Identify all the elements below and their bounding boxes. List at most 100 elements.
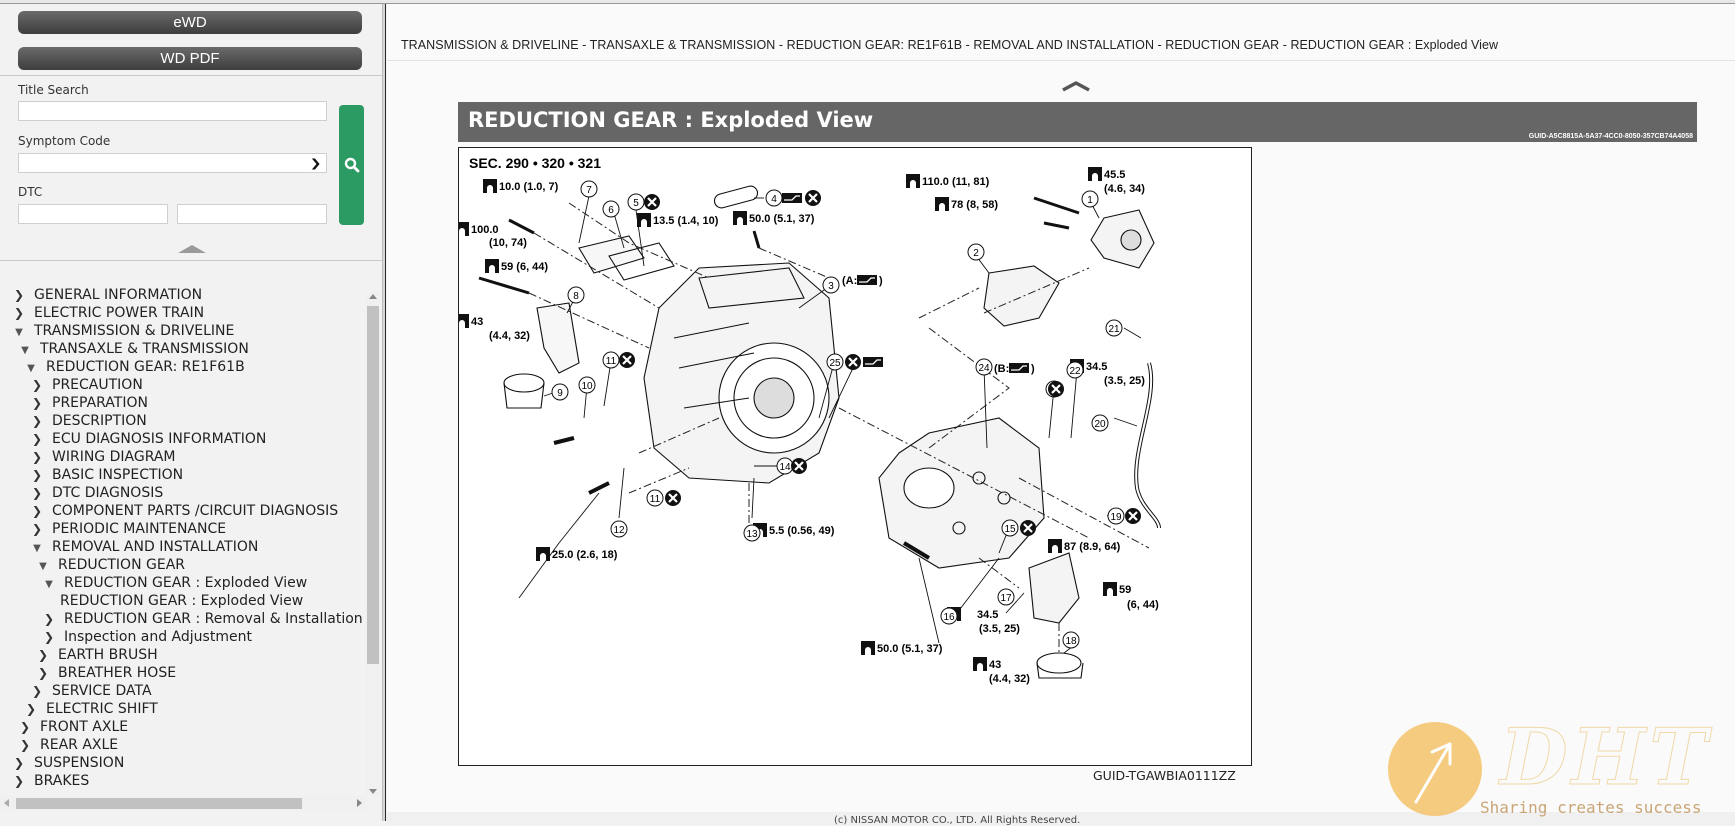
scroll-left-icon[interactable] <box>4 799 9 807</box>
callout-number: 10 <box>581 381 593 392</box>
tree-item[interactable]: ❯ REDUCTION GEAR : Removal & Installation <box>40 610 363 628</box>
chevron-right-icon[interactable]: ❯ <box>10 304 28 322</box>
tree-item-label: EARTH BRUSH <box>58 647 158 663</box>
chevron-right-icon[interactable]: ❯ <box>28 448 46 466</box>
tree-item[interactable]: ❯ REAR AXLE <box>16 736 118 754</box>
torque-wrench-icon <box>935 197 949 211</box>
scroll-right-icon[interactable] <box>357 799 362 807</box>
tree-item[interactable]: ▼ TRANSAXLE & TRANSMISSION <box>16 340 249 358</box>
torque-spec: 25.0 (2.6, 18) <box>552 549 618 561</box>
scroll-top-chevron-icon[interactable] <box>1061 80 1091 92</box>
chevron-right-icon[interactable]: ❯ <box>28 466 46 484</box>
dtc-input-1[interactable] <box>18 204 168 224</box>
tree-item[interactable]: ❯ DESCRIPTION <box>28 412 147 430</box>
torque-spec: 13.5 (1.4, 10) <box>653 215 719 227</box>
tree-item[interactable]: ❯ PRECAUTION <box>28 376 143 394</box>
tree-item[interactable]: ❯ DTC DIAGNOSIS <box>28 484 163 502</box>
chevron-right-icon[interactable]: ❯ <box>28 682 46 700</box>
callout-number: 14 <box>779 462 791 473</box>
callout-number: 1 <box>1087 195 1093 206</box>
watermark-logo-icon <box>1388 722 1482 816</box>
tree-item[interactable]: ❯ FRONT AXLE <box>16 718 128 736</box>
chevron-right-icon[interactable]: ❯ <box>16 718 34 736</box>
tree-vertical-scrollbar[interactable] <box>366 292 380 796</box>
torque-spec: (10, 74) <box>489 237 527 249</box>
sealant-icon <box>863 357 883 367</box>
exploded-view-diagram: SEC. 290 • 320 • 321 10.0 (1.0, 7)100.0(… <box>455 155 1161 685</box>
title-search-input[interactable] <box>18 101 327 121</box>
wd-pdf-button[interactable]: WD PDF <box>18 47 362 70</box>
tree-horizontal-scrollbar[interactable] <box>0 796 366 810</box>
sidebar-resize-handle[interactable] <box>382 4 386 821</box>
tree-item[interactable]: ❯ SUSPENSION <box>10 754 124 772</box>
scrollbar-thumb[interactable] <box>16 798 302 809</box>
chevron-right-icon[interactable]: ❯ <box>10 772 28 790</box>
sealant-icon <box>1009 363 1029 373</box>
tree-item[interactable]: ❯ ELECTRIC POWER TRAIN <box>10 304 204 322</box>
callout-number: 5 <box>633 198 639 209</box>
callout-number: 17 <box>1000 593 1012 604</box>
chevron-right-icon[interactable]: ❯ <box>28 520 46 538</box>
tree-item[interactable]: ❯ COMPONENT PARTS /CIRCUIT DIAGNOSIS <box>28 502 338 520</box>
chevron-right-icon[interactable]: ❯ <box>40 628 58 646</box>
torque-wrench-icon <box>483 179 497 193</box>
figure-guid: GUID-TGAWBIA0111ZZ <box>1093 768 1236 783</box>
tree-item[interactable]: ❯ GENERAL INFORMATION <box>10 286 202 304</box>
torque-wrench-icon <box>1048 539 1062 553</box>
callout-number: 11 <box>606 356 617 367</box>
tree-item[interactable]: ▼ REDUCTION GEAR: RE1F61B <box>22 358 245 376</box>
tree-item[interactable]: ❯ EARTH BRUSH <box>34 646 158 664</box>
tree-item[interactable]: ❯ BREATHER HOSE <box>34 664 176 682</box>
chevron-right-icon[interactable]: ❯ <box>22 700 40 718</box>
sealant-note-close: ) <box>879 275 883 287</box>
chevron-right-icon[interactable]: ❯ <box>34 664 52 682</box>
tree-item[interactable]: ❯ SERVICE DATA <box>28 682 152 700</box>
collapse-search-icon[interactable] <box>178 245 206 253</box>
chevron-right-icon[interactable]: ❯ <box>28 502 46 520</box>
chevron-right-icon[interactable]: ❯ <box>40 610 58 628</box>
chevron-right-icon[interactable]: ❯ <box>34 646 52 664</box>
scroll-up-icon[interactable] <box>369 294 377 299</box>
tree-item[interactable]: ❯ ELECTRIC SHIFT <box>22 700 158 718</box>
tree-item-label: SUSPENSION <box>34 755 125 771</box>
dtc-input-2[interactable] <box>177 204 327 224</box>
callout-number: 11 <box>650 494 661 505</box>
chevron-right-icon[interactable]: ❯ <box>28 412 46 430</box>
tree-item[interactable]: ▼ REDUCTION GEAR <box>34 556 185 574</box>
navigation-tree: ❯ GENERAL INFORMATION ❯ ELECTRIC POWER TRAI… <box>0 286 366 794</box>
chevron-right-icon[interactable]: ❯ <box>28 484 46 502</box>
chevron-right-icon[interactable]: ❯ <box>10 754 28 772</box>
tree-item-label: BREATHER HOSE <box>58 665 177 681</box>
title-guid: GUID-A5C8815A-5A37-4CC0-8050-357CB74A405… <box>1528 133 1693 140</box>
torque-wrench-icon <box>455 314 469 328</box>
tree-item[interactable]: ▼ TRANSMISSION & DRIVELINE <box>10 322 234 340</box>
chevron-right-icon[interactable]: ❯ <box>28 376 46 394</box>
tree-item[interactable]: ❯ WIRING DIAGRAM <box>28 448 176 466</box>
tree-item-label: ELECTRIC SHIFT <box>46 701 158 717</box>
ewd-button[interactable]: eWD <box>18 11 362 34</box>
watermark-brand: DHT <box>1499 712 1712 804</box>
symptom-code-select[interactable]: ❯ <box>18 153 327 173</box>
chevron-right-icon[interactable]: ❯ <box>10 286 28 304</box>
torque-spec: (4.4, 32) <box>489 330 530 342</box>
title-search-label: Title Search <box>18 83 89 97</box>
torque-spec: 78 (8, 58) <box>951 199 998 211</box>
scrollbar-thumb[interactable] <box>367 306 379 664</box>
tree-item[interactable]: ❯ PREPARATION <box>28 394 148 412</box>
tree-item[interactable]: ▼ REDUCTION GEAR : Exploded View <box>40 574 307 592</box>
tree-item[interactable]: ❯ BASIC INSPECTION <box>28 466 183 484</box>
chevron-right-icon[interactable]: ❯ <box>28 394 46 412</box>
exploded-view-figure: SEC. 290 • 320 • 321 10.0 (1.0, 7) 100.0… <box>455 147 1252 766</box>
tree-item-label: PRECAUTION <box>52 377 143 393</box>
tree-item[interactable]: ❯ Inspection and Adjustment <box>40 628 252 646</box>
tree-item[interactable]: ▼ REMOVAL AND INSTALLATION <box>28 538 258 556</box>
search-button[interactable] <box>339 105 364 225</box>
tree-item[interactable]: REDUCTION GEAR : Exploded View <box>54 592 303 610</box>
tree-item[interactable]: ❯ PERIODIC MAINTENANCE <box>28 520 226 538</box>
scroll-down-icon[interactable] <box>369 789 377 794</box>
chevron-right-icon[interactable]: ❯ <box>16 736 34 754</box>
watermark-tagline: Sharing creates success <box>1480 798 1702 817</box>
tree-item[interactable]: ❯ BRAKES <box>10 772 89 790</box>
chevron-right-icon[interactable]: ❯ <box>28 430 46 448</box>
tree-item[interactable]: ❯ ECU DIAGNOSIS INFORMATION <box>28 430 266 448</box>
